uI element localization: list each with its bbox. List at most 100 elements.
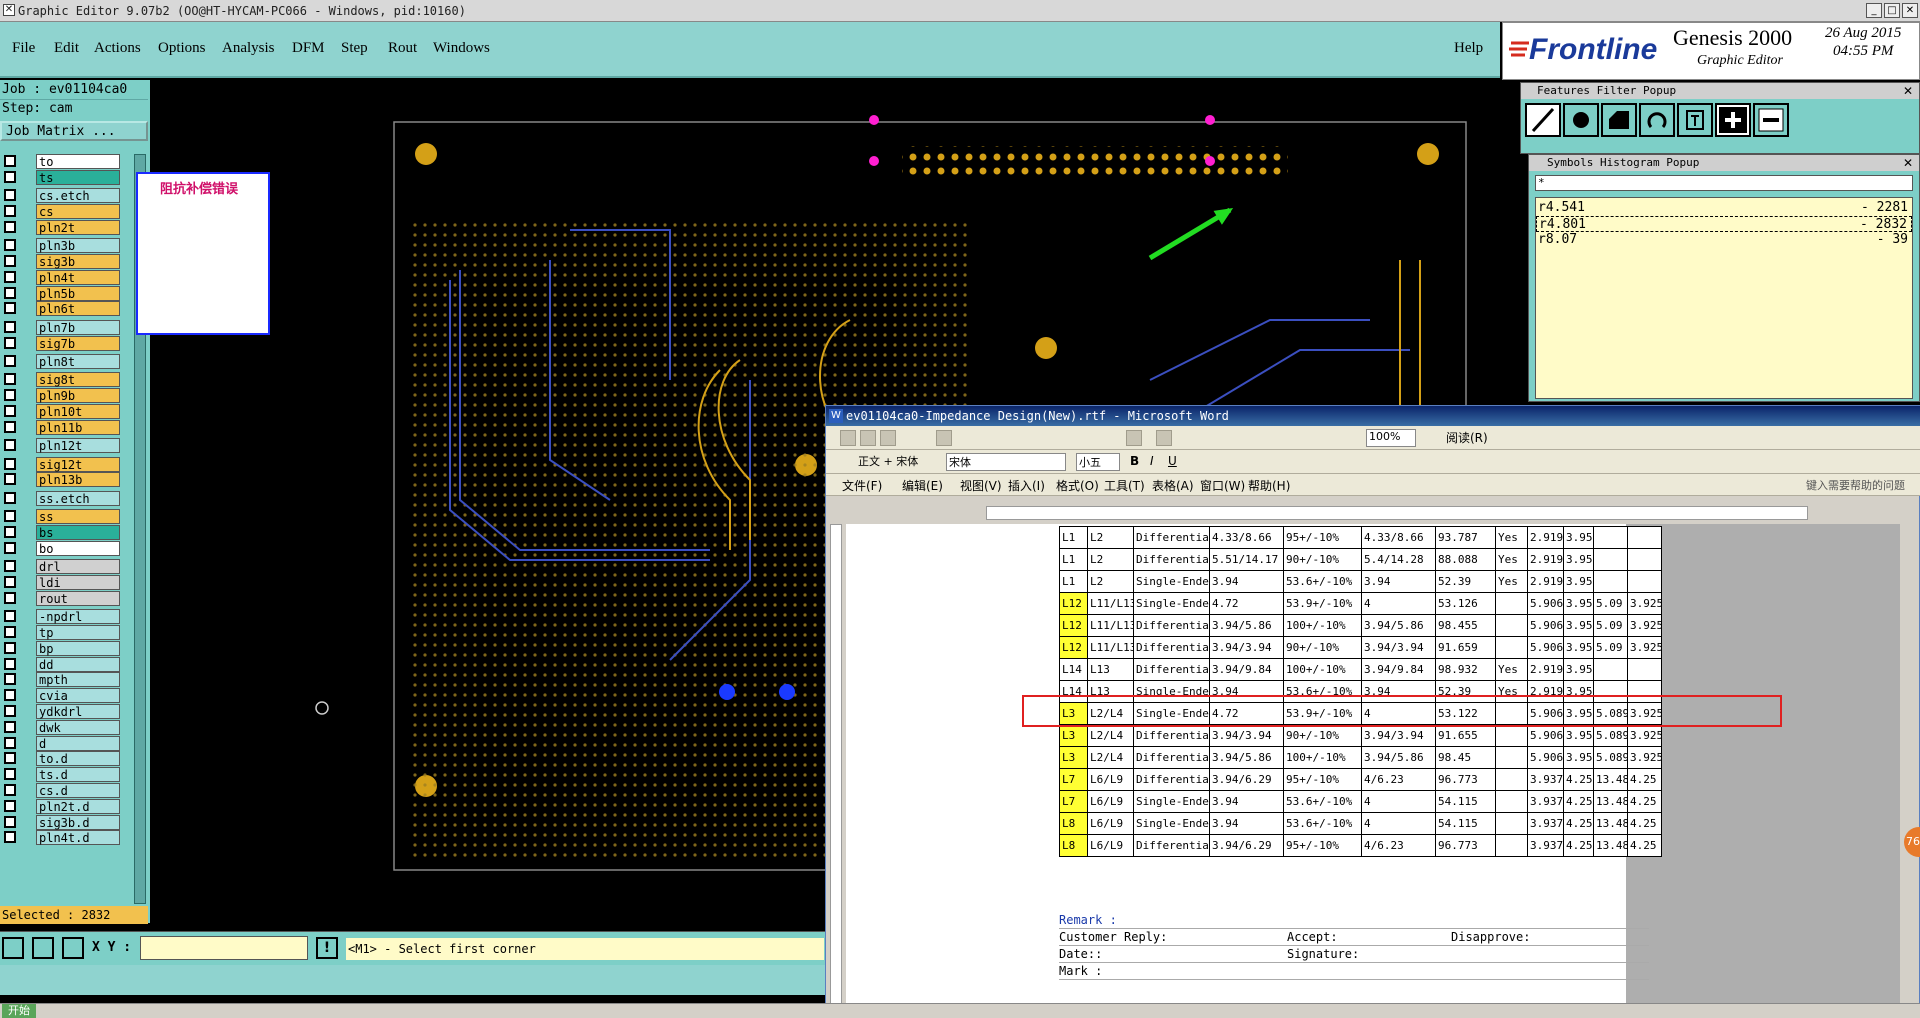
- table-cell[interactable]: L7: [1059, 768, 1088, 791]
- table-cell[interactable]: 91.659: [1435, 636, 1496, 659]
- word-menu-window[interactable]: 窗口(W): [1200, 477, 1245, 494]
- zoom-fit-icon[interactable]: [2, 937, 24, 959]
- layer-row-pln10t[interactable]: pln10t: [0, 404, 122, 419]
- table-cell[interactable]: [1495, 834, 1528, 857]
- layer-label[interactable]: pln4t: [36, 269, 120, 285]
- table-cell[interactable]: 91.655: [1435, 724, 1496, 747]
- layer-label[interactable]: ts.d: [36, 767, 120, 783]
- table-cell[interactable]: 3.94: [1209, 790, 1284, 813]
- table-cell[interactable]: L2: [1087, 570, 1134, 593]
- layer-row-pln4t.d[interactable]: pln4t.d: [0, 830, 122, 846]
- table-cell[interactable]: Single-Ended: [1133, 812, 1210, 835]
- layer-row-pln7b[interactable]: pln7b: [0, 319, 122, 335]
- layer-row-pln5b[interactable]: pln5b: [0, 285, 122, 301]
- table-cell[interactable]: 13.488: [1593, 790, 1628, 813]
- layer-label[interactable]: pln13b: [36, 472, 120, 488]
- table-cell[interactable]: Differential: [1133, 548, 1210, 571]
- subtract-icon[interactable]: [1753, 103, 1789, 137]
- layer-checkbox[interactable]: [4, 302, 16, 315]
- table-cell[interactable]: 3.925: [1627, 746, 1662, 769]
- layer-label[interactable]: sig3b.d: [36, 814, 120, 830]
- table-cell[interactable]: L2/L4: [1087, 724, 1134, 747]
- table-cell[interactable]: 100+/-10%: [1283, 658, 1362, 681]
- layer-checkbox[interactable]: [4, 831, 16, 844]
- layer-row-pln12t[interactable]: pln12t: [0, 438, 122, 454]
- pad-tool-button[interactable]: [1563, 103, 1599, 137]
- table-cell[interactable]: 4.25: [1563, 768, 1594, 791]
- layer-label[interactable]: sig12t: [36, 456, 120, 472]
- table-cell[interactable]: 5.906: [1527, 614, 1564, 637]
- layer-checkbox[interactable]: [4, 768, 16, 781]
- table-cell[interactable]: 3.94: [1209, 812, 1284, 835]
- layer-row-mpth[interactable]: mpth: [0, 672, 122, 688]
- layer-checkbox[interactable]: [4, 155, 16, 167]
- layer-label[interactable]: cvia: [36, 688, 120, 704]
- table-cell[interactable]: [1495, 790, 1528, 813]
- layer-checkbox[interactable]: [4, 752, 16, 765]
- layer-row-pln2t[interactable]: pln2t: [0, 219, 122, 235]
- table-cell[interactable]: [1593, 526, 1628, 549]
- table-cell[interactable]: 3.94/5.86: [1209, 614, 1284, 637]
- layer-checkbox[interactable]: [4, 626, 16, 638]
- read-button[interactable]: 阅读(R): [1446, 429, 1488, 446]
- table-cell[interactable]: [1495, 592, 1528, 615]
- layer-label[interactable]: ss.etch: [36, 490, 120, 506]
- menu-options[interactable]: Options: [158, 40, 206, 57]
- table-cell[interactable]: L6/L9: [1087, 812, 1134, 835]
- table-cell[interactable]: 4.25: [1627, 768, 1662, 791]
- layer-row-cs[interactable]: cs: [0, 204, 122, 219]
- layer-row-ss[interactable]: ss: [0, 509, 122, 525]
- table-cell[interactable]: 96.773: [1435, 834, 1496, 857]
- table-cell[interactable]: 4.25: [1627, 790, 1662, 813]
- table-cell[interactable]: L2: [1087, 526, 1134, 549]
- layer-checkbox[interactable]: [4, 491, 16, 504]
- layer-checkbox[interactable]: [4, 799, 16, 812]
- table-cell[interactable]: 90+/-10%: [1283, 724, 1362, 747]
- layer-row-sig7b[interactable]: sig7b: [0, 335, 122, 351]
- table-cell[interactable]: Single-Ended: [1133, 592, 1210, 615]
- layer-label[interactable]: sig8t: [36, 372, 120, 388]
- symbol-filter-input[interactable]: *: [1535, 175, 1913, 191]
- table-cell[interactable]: 3.95: [1563, 746, 1594, 769]
- table-cell[interactable]: [1495, 724, 1528, 747]
- table-cell[interactable]: 3.95: [1563, 570, 1594, 593]
- layer-row-sig8t[interactable]: sig8t: [0, 372, 122, 388]
- table-cell[interactable]: 3.937: [1527, 834, 1564, 857]
- table-cell[interactable]: 3.925: [1627, 614, 1662, 637]
- table-cell[interactable]: 5.09: [1593, 636, 1628, 659]
- table-cell[interactable]: 88.088: [1435, 548, 1496, 571]
- layer-label[interactable]: tp: [36, 625, 120, 640]
- menu-windows[interactable]: Windows: [433, 40, 490, 57]
- layer-row-drl[interactable]: drl: [0, 559, 122, 575]
- table-cell[interactable]: 98.45: [1435, 746, 1496, 769]
- layer-label[interactable]: -npdrl: [36, 609, 120, 625]
- layer-checkbox[interactable]: [4, 420, 16, 433]
- maximize-button[interactable]: □: [1884, 3, 1900, 18]
- font-select[interactable]: 宋体: [946, 453, 1066, 471]
- redo-icon[interactable]: [1156, 430, 1172, 446]
- layer-label[interactable]: bo: [36, 540, 120, 556]
- zoom-select[interactable]: 100%: [1366, 429, 1416, 447]
- table-cell[interactable]: 5.906: [1527, 746, 1564, 769]
- table-cell[interactable]: 3.94/5.86: [1361, 614, 1436, 637]
- table-cell[interactable]: 3.94/3.94: [1361, 636, 1436, 659]
- layer-checkbox[interactable]: [4, 689, 16, 702]
- table-cell[interactable]: 4.25: [1563, 812, 1594, 835]
- table-cell[interactable]: 3.94/3.94: [1209, 724, 1284, 747]
- table-cell[interactable]: L8: [1059, 812, 1088, 835]
- table-cell[interactable]: 53.6+/-10%: [1283, 790, 1362, 813]
- layer-checkbox[interactable]: [4, 641, 16, 654]
- table-cell[interactable]: [1627, 658, 1662, 681]
- table-cell[interactable]: 53.6+/-10%: [1283, 570, 1362, 593]
- layer-label[interactable]: mpth: [36, 672, 120, 688]
- table-cell[interactable]: [1495, 812, 1528, 835]
- menu-rout[interactable]: Rout: [388, 40, 417, 57]
- menu-dfm[interactable]: DFM: [292, 40, 325, 57]
- table-cell[interactable]: L13: [1087, 658, 1134, 681]
- table-cell[interactable]: 13.488: [1593, 812, 1628, 835]
- table-cell[interactable]: Differential: [1133, 614, 1210, 637]
- table-cell[interactable]: 5.51/14.17: [1209, 548, 1284, 571]
- table-cell[interactable]: 3.95: [1563, 526, 1594, 549]
- layer-label[interactable]: pln8t: [36, 354, 120, 369]
- menu-edit[interactable]: Edit: [54, 40, 79, 57]
